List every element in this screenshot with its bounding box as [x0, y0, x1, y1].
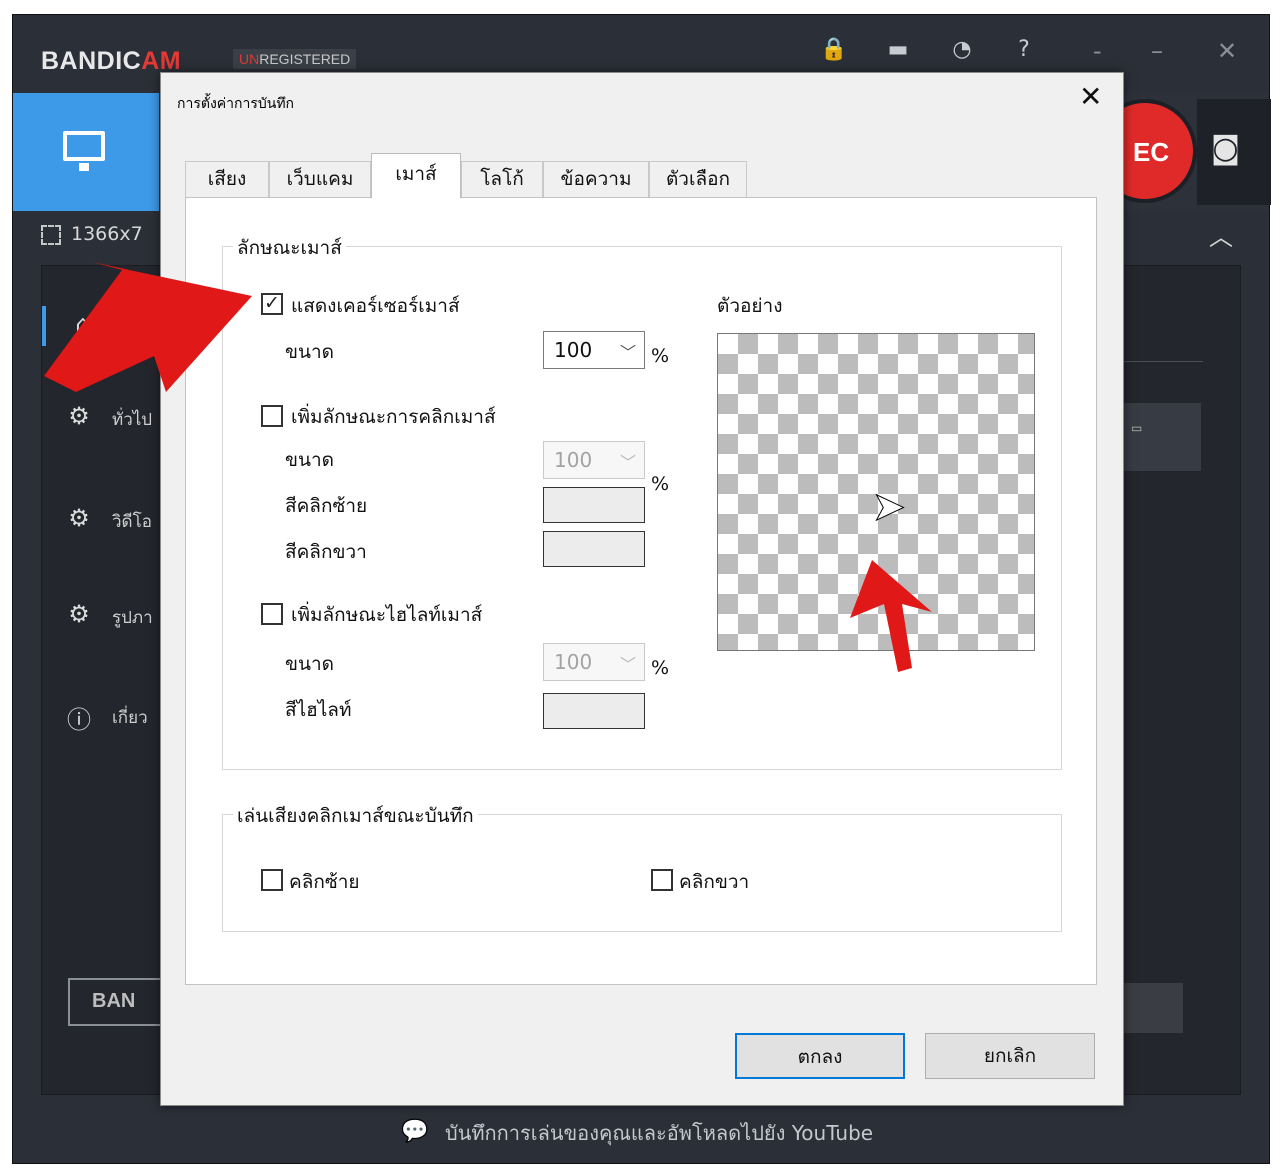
mouse-pointer-icon: ➤	[872, 484, 907, 531]
image-settings-icon: ⚙	[68, 600, 90, 628]
tab-logo[interactable]: โลโก้	[461, 161, 543, 197]
mouse-tab-panel: ลักษณะเมาส์ แสดงเคอร์เซอร์เมาส์ ขนาด 100…	[185, 197, 1097, 985]
lock-icon[interactable]: 🔒	[819, 37, 849, 62]
monitor-icon	[63, 131, 105, 171]
highlight-color-label: สีไฮไลท์	[285, 699, 352, 721]
rec-label: EC	[1133, 137, 1170, 167]
unregistered-badge[interactable]: UNREGISTERED	[233, 49, 357, 69]
click-size-select[interactable]: 100 ﹀	[543, 441, 645, 479]
left-click-sound-label: คลิกซ้าย	[289, 871, 360, 893]
tab-options[interactable]: ตัวเลือก	[649, 161, 747, 197]
cursor-size-select[interactable]: 100 ﹀	[543, 331, 645, 369]
click-sound-group: เล่นเสียงคลิกเมาส์ขณะบันทึก คลิกซ้าย คลิ…	[222, 801, 1062, 932]
click-effect-checkbox[interactable]	[261, 405, 283, 427]
help-icon[interactable]: ?	[1009, 37, 1039, 62]
gear-icon: ⚙	[68, 402, 90, 430]
screen-mode-button[interactable]	[13, 93, 159, 211]
highlight-size-label: ขนาด	[285, 653, 334, 675]
hdmi-icon: ▭	[1131, 421, 1143, 435]
resolution-text: 1366x7	[71, 223, 143, 245]
left-click-color-label: สีคลิกซ้าย	[285, 495, 368, 517]
percent-label: %	[651, 345, 670, 367]
right-click-color-swatch[interactable]	[543, 531, 645, 567]
sound-group-title: เล่นเสียงคลิกเมาส์ขณะบันทึก	[233, 801, 478, 831]
close-icon[interactable]: ✕	[1079, 83, 1102, 111]
close-window-button[interactable]: ✕	[1217, 37, 1237, 65]
cursor-settings-group: ลักษณะเมาส์ แสดงเคอร์เซอร์เมาส์ ขนาด 100…	[222, 233, 1062, 770]
chevron-down-icon: ﹀	[620, 655, 637, 674]
right-click-sound-checkbox[interactable]	[651, 869, 673, 891]
footer-text[interactable]: บันทึกการเล่นของคุณและอัพโหลดไปยัง YouTu…	[445, 1117, 873, 1149]
selection-rect-icon	[41, 225, 61, 245]
ok-button[interactable]: ตกลง	[735, 1033, 905, 1079]
click-size-label: ขนาด	[285, 449, 334, 471]
left-click-sound-checkbox[interactable]	[261, 869, 283, 891]
cursor-preview: ➤	[717, 333, 1035, 651]
recording-settings-dialog: การตั้งค่าการบันทึก ✕ เสียง เว็บแคม เมาส…	[160, 72, 1124, 1106]
camera-icon: ◙	[1211, 131, 1241, 166]
tab-mouse[interactable]: เมาส์	[371, 153, 461, 198]
cursor-group-title: ลักษณะเมาส์	[233, 233, 346, 263]
footer: 💬 บันทึกการเล่นของคุณและอัพโหลดไปยัง You…	[13, 1105, 1269, 1161]
folder-icon[interactable]: ▬	[883, 37, 913, 62]
preview-label: ตัวอย่าง	[717, 295, 783, 317]
highlight-size-select[interactable]: 100 ﹀	[543, 643, 645, 681]
minimize-button[interactable]: –	[1151, 37, 1163, 65]
show-cursor-checkbox[interactable]	[261, 292, 283, 315]
chevron-up-icon[interactable]: ︿	[1209, 217, 1233, 252]
right-click-sound-label: คลิกขวา	[679, 871, 750, 893]
info-icon: ⓘ	[67, 706, 91, 734]
tab-text[interactable]: ข้อความ	[543, 161, 649, 197]
cancel-button[interactable]: ยกเลิก	[925, 1033, 1095, 1079]
chevron-down-icon: ﹀	[620, 343, 637, 362]
highlight-color-swatch[interactable]	[543, 693, 645, 729]
percent-label: %	[651, 473, 670, 495]
screenshot-button[interactable]: ◙	[1197, 99, 1271, 205]
video-settings-icon: ⚙	[68, 504, 90, 532]
tab-webcam[interactable]: เว็บแคม	[269, 161, 371, 197]
home-icon: ⌂	[75, 310, 91, 338]
compact-mode-button[interactable]: -	[1093, 37, 1102, 65]
right-click-color-label: สีคลิกขวา	[285, 541, 367, 563]
show-cursor-label: แสดงเคอร์เซอร์เมาส์	[291, 295, 460, 317]
clock-icon[interactable]: ◔	[947, 37, 977, 62]
chevron-down-icon: ﹀	[620, 453, 637, 472]
click-effect-label: เพิ่มลักษณะการคลิกเมาส์	[291, 406, 496, 428]
tab-audio[interactable]: เสียง	[185, 161, 269, 197]
left-click-color-swatch[interactable]	[543, 487, 645, 523]
cursor-size-label: ขนาด	[285, 341, 334, 363]
dialog-title: การตั้งค่าการบันทึก	[177, 96, 295, 112]
percent-label: %	[651, 657, 670, 679]
highlight-effect-label: เพิ่มลักษณะไฮไลท์เมาส์	[291, 604, 483, 626]
highlight-effect-checkbox[interactable]	[261, 603, 283, 625]
chat-icon: 💬	[401, 1119, 429, 1144]
